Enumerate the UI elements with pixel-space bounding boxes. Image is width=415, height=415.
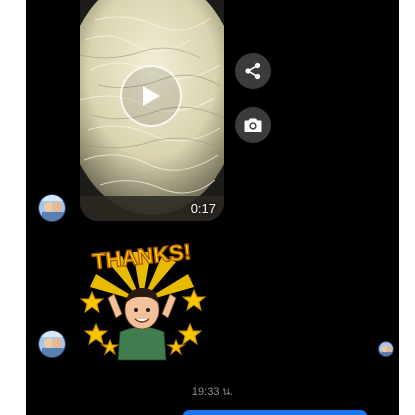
video-message[interactable]: 0:17 — [80, 0, 224, 221]
share-button[interactable] — [235, 53, 271, 89]
avatar-photo — [39, 331, 65, 357]
camera-icon — [244, 118, 262, 132]
play-button[interactable] — [120, 65, 182, 127]
chat-screen: 0:17 THANKS! 19:33 น. — [26, 0, 399, 415]
sender-avatar[interactable] — [38, 330, 66, 358]
avatar-photo — [39, 195, 65, 221]
share-icon — [245, 62, 261, 80]
sticker-text: THANKS! — [91, 239, 192, 274]
camera-button[interactable] — [235, 107, 271, 143]
video-duration: 0:17 — [190, 201, 216, 216]
avatar-photo — [379, 342, 393, 356]
composer-bar[interactable] — [182, 410, 368, 415]
message-timestamp: 19:33 น. — [191, 386, 234, 398]
sender-avatar[interactable] — [38, 194, 66, 222]
seen-indicator-avatar — [378, 341, 394, 357]
play-icon — [143, 86, 160, 106]
thanks-sticker: THANKS! — [79, 238, 206, 361]
